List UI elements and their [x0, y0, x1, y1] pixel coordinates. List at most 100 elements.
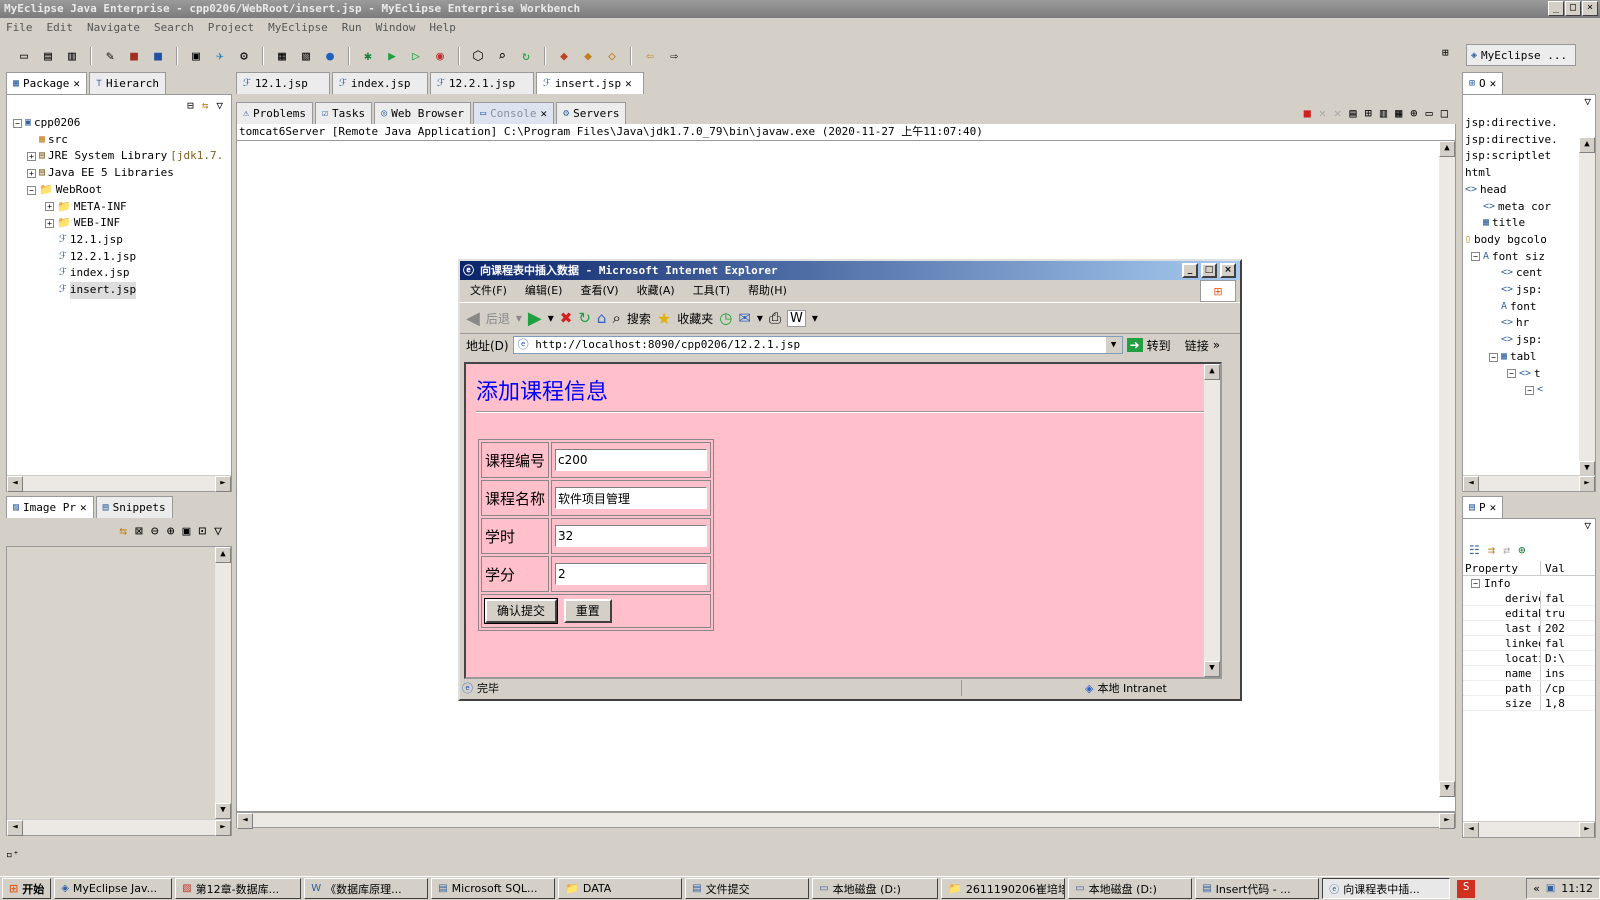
outline-item[interactable]: <> jsp: [1465, 282, 1579, 299]
tab-tasks[interactable]: ☑ Tasks [315, 102, 373, 124]
task-item[interactable]: ▤ Microsoft SQL... [431, 878, 556, 899]
outline-item[interactable]: ▯ body bgcolo [1465, 232, 1579, 249]
search-icon[interactable]: ⌕ [612, 309, 620, 327]
credits-input[interactable] [555, 563, 708, 585]
new-icon[interactable]: ▭ [14, 46, 34, 66]
console-vscroll[interactable]: ▲ ▼ [1439, 141, 1455, 797]
tab-package[interactable]: ▦ Package ✕ [6, 72, 88, 94]
tree-item-jre[interactable]: + ▤ JRE System Library [jdk1.7. [13, 148, 231, 165]
outline-item[interactable]: <> cent [1465, 265, 1579, 282]
property-row[interactable]: derive fal [1463, 591, 1595, 606]
refresh-icon[interactable]: ↻ [578, 309, 591, 327]
open-icon[interactable]: ▧ [296, 46, 316, 66]
property-row[interactable]: path/cp [1463, 681, 1595, 696]
actual-size-icon[interactable]: ▣ [183, 524, 191, 539]
close-button[interactable]: × [1582, 1, 1598, 16]
package-hscroll[interactable]: ◄ ► [7, 475, 231, 492]
deploy-icon[interactable]: ✈ [210, 46, 230, 66]
ie-menu-view[interactable]: 查看(V) [580, 280, 618, 302]
favorites-label[interactable]: 收藏夹 [677, 310, 713, 327]
task-item[interactable]: ▤ 文件提交 [685, 878, 810, 899]
run-icon[interactable]: ▶ [382, 46, 402, 66]
wizard-icon[interactable]: ⚙ [234, 46, 254, 66]
menu-file[interactable]: File [6, 18, 33, 38]
task-item-active[interactable]: ⓔ 向课程表中插... [1322, 878, 1451, 899]
tree-item-webroot[interactable]: − 📁 WebRoot [13, 182, 231, 199]
col-property[interactable]: Property [1463, 561, 1541, 575]
go-icon[interactable]: ➜ [1126, 338, 1143, 352]
tree-item-web-inf[interactable]: + 📁 WEB-INF [13, 215, 231, 232]
search-label[interactable]: 搜索 [627, 310, 651, 327]
tree-item-project[interactable]: − ▣ cpp0206 [13, 115, 231, 132]
menu-help[interactable]: Help [429, 18, 456, 38]
outline-item[interactable]: <> head [1465, 182, 1579, 199]
task-item[interactable]: ▭ 本地磁盘 (D:) [812, 878, 939, 899]
pin-console-icon[interactable]: ▥ [1380, 106, 1387, 120]
link-editor-icon[interactable]: ⇆ [202, 99, 209, 112]
stop-icon[interactable]: ✖ [560, 309, 573, 327]
properties-group[interactable]: − Info [1463, 576, 1595, 591]
collapse-all-icon[interactable]: ⊟ [187, 99, 194, 112]
minimize-view-icon[interactable]: ▭ [1426, 106, 1433, 120]
open-perspective-icon[interactable]: ⊞ [1442, 46, 1464, 66]
ie-vscroll[interactable]: ▲ ▼ [1204, 364, 1220, 677]
tree-item-file[interactable]: ℱ 12.1.jsp [13, 232, 231, 249]
outline-item[interactable]: <> hr [1465, 315, 1579, 332]
open-type-icon[interactable]: ⬡ [468, 46, 488, 66]
ie-maximize-button[interactable]: □ [1201, 263, 1217, 278]
property-row[interactable]: linked fal [1463, 636, 1595, 651]
outline-item[interactable]: Afont [1465, 299, 1579, 316]
outline-hscroll[interactable]: ◄ ► [1463, 475, 1595, 491]
word-icon[interactable]: W [786, 309, 806, 327]
task-item[interactable]: 📁 2611190206崔培培 [941, 878, 1066, 899]
console-hscroll[interactable]: ◄ ► [236, 812, 1456, 829]
task-item[interactable]: 📁 DATA [558, 878, 683, 899]
task-item[interactable]: ▨ 第12章-数据库... [175, 878, 302, 899]
editor-tab-2[interactable]: ℱindex.jsp [332, 72, 428, 94]
outline-item[interactable]: jsp:directive. [1465, 115, 1579, 132]
view-menu-icon[interactable]: ▽ [1584, 519, 1591, 532]
back-nav-icon[interactable]: ⇦ [640, 46, 660, 66]
tree-item-file-selected[interactable]: ℱinsert.jsp [13, 282, 231, 299]
clear-console-icon[interactable]: ▤ [1349, 106, 1356, 120]
outline-item[interactable]: jsp:scriptlet [1465, 148, 1579, 165]
minimize-button[interactable]: _ [1548, 1, 1564, 16]
ie-minimize-button[interactable]: _ [1182, 263, 1198, 278]
outline-item[interactable]: html [1465, 165, 1579, 182]
outline-item[interactable]: jsp:directive. [1465, 132, 1579, 149]
tree-item-javaee[interactable]: + ▤ Java EE 5 Libraries [13, 165, 231, 182]
terminate-icon[interactable]: ■ [1304, 106, 1311, 120]
go-button[interactable]: 转到 [1147, 337, 1171, 354]
property-row[interactable]: last m 202 [1463, 621, 1595, 636]
fast-view-icon[interactable]: ▫⁺ [6, 848, 19, 861]
tab-web-browser[interactable]: ◎ Web Browser [374, 102, 472, 124]
network-icon[interactable]: ▣ [1546, 883, 1555, 894]
course-id-input[interactable] [555, 449, 708, 471]
tab-properties[interactable]: ▤ P ✕ [1462, 496, 1504, 518]
menu-myeclipse[interactable]: MyEclipse [268, 18, 328, 38]
ie-menu-favorites[interactable]: 收藏(A) [637, 280, 675, 302]
tree-item-meta-inf[interactable]: + 📁 META-INF [13, 199, 231, 216]
image-vscroll[interactable]: ▲ ▼ [215, 547, 231, 819]
outline-item[interactable]: <> jsp: [1465, 332, 1579, 349]
server-icon[interactable]: ▣ [186, 46, 206, 66]
defaults-icon[interactable]: ⇄ [1503, 543, 1510, 557]
property-row[interactable]: size 1,8 [1463, 696, 1595, 711]
menu-window[interactable]: Window [376, 18, 416, 38]
zoom-out-icon[interactable]: ⊖ [151, 524, 159, 539]
editor-tab-1[interactable]: ℱ 12.1.jsp [236, 72, 330, 94]
external-tools-icon[interactable]: ◉ [430, 46, 450, 66]
close-icon[interactable]: ✕ [1490, 501, 1497, 514]
marker-icon[interactable]: ◇ [602, 46, 622, 66]
word-dropdown-icon[interactable]: ▾ [812, 311, 818, 325]
tab-servers[interactable]: ⚙ Servers [556, 102, 627, 124]
search-tool-icon[interactable]: ⌕ [492, 46, 512, 66]
address-dropdown-icon[interactable]: ▼ [1105, 337, 1122, 353]
package-icon[interactable]: ■ [124, 46, 144, 66]
reset-button[interactable]: 重置 [563, 599, 612, 623]
back-dropdown-icon[interactable]: ▾ [516, 311, 522, 325]
task-item[interactable]: ▤ Insert代码 - ... [1195, 878, 1320, 899]
run-config-icon[interactable]: ▷ [406, 46, 426, 66]
menu-project[interactable]: Project [208, 18, 254, 38]
debug-icon[interactable]: ✱ [358, 46, 378, 66]
